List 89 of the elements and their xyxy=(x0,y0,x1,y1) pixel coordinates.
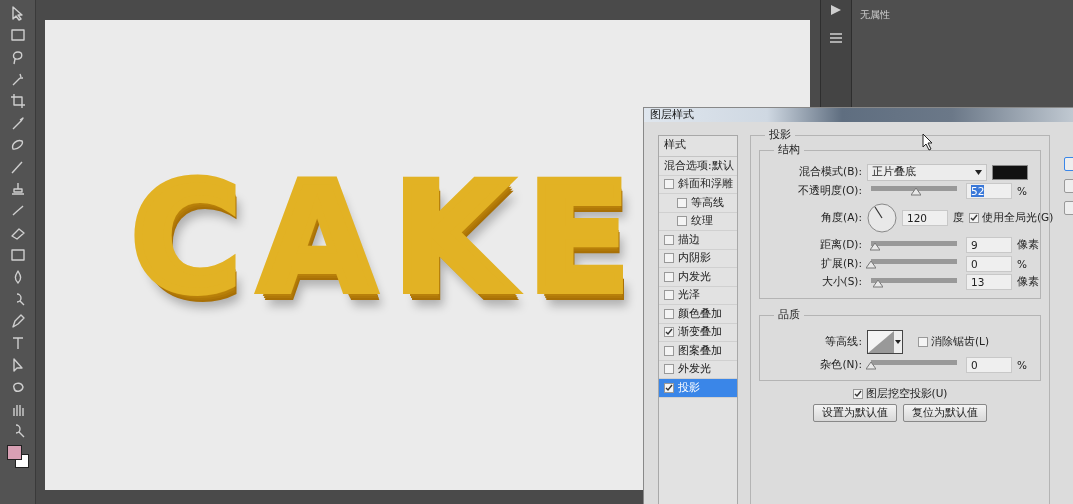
field-label: 杂色(N): xyxy=(819,357,862,372)
blend-mode-dropdown[interactable]: 正片叠底 xyxy=(867,163,987,181)
value-field[interactable]: 9 xyxy=(966,237,1012,254)
unit-label: % xyxy=(1017,257,1027,270)
checkbox[interactable] xyxy=(677,216,687,227)
marquee-icon[interactable] xyxy=(8,26,27,44)
slider-thumb[interactable] xyxy=(866,261,876,270)
style-label: 外发光 xyxy=(678,362,711,377)
opacity-field[interactable]: 52 xyxy=(966,182,1012,199)
style-label: 渐变叠加 xyxy=(678,325,722,340)
field-label: 距离(D): xyxy=(819,238,862,253)
cake-text: CAKE xyxy=(130,157,641,327)
checkbox[interactable] xyxy=(969,213,979,223)
field-label: 混合模式(B): xyxy=(798,165,862,180)
field-label: 不透明度(O): xyxy=(797,183,862,198)
slider-thumb[interactable] xyxy=(910,188,921,197)
style-item[interactable]: 内发光 xyxy=(659,268,737,287)
style-label: 颜色叠加 xyxy=(678,306,722,321)
style-label: 等高线 xyxy=(691,195,724,210)
style-label: 内阴影 xyxy=(678,251,711,266)
cursor-icon xyxy=(922,133,934,151)
checkbox[interactable] xyxy=(664,345,674,356)
style-item[interactable]: 斜面和浮雕 xyxy=(659,175,737,194)
checkbox[interactable] xyxy=(664,327,674,338)
group-title: 品质 xyxy=(774,307,804,322)
style-item[interactable]: 内阴影 xyxy=(659,249,737,268)
list-header: 样式 xyxy=(659,136,737,157)
default-button[interactable]: 复位为默认值 xyxy=(903,403,987,422)
value-field[interactable]: 0 xyxy=(966,356,1012,373)
style-item[interactable]: 渐变叠加 xyxy=(659,323,737,342)
field-label: 等高线: xyxy=(824,334,862,349)
checkbox[interactable] xyxy=(677,197,687,208)
gradient-icon[interactable] xyxy=(8,246,27,264)
style-item[interactable]: 颜色叠加 xyxy=(659,305,737,324)
checkbox[interactable] xyxy=(664,234,674,245)
style-item[interactable]: 光泽 xyxy=(659,286,737,305)
style-label: 描边 xyxy=(678,232,700,247)
angle-field[interactable]: 120 xyxy=(902,210,948,226)
style-item[interactable]: 纹理 xyxy=(659,212,737,231)
color-swatches-icon[interactable] xyxy=(5,444,30,470)
play-icon[interactable] xyxy=(830,4,842,16)
checkbox[interactable] xyxy=(664,382,674,393)
unit-label: % xyxy=(1017,184,1027,197)
unit-label: 像素 xyxy=(1017,275,1039,290)
slider-thumb[interactable] xyxy=(872,279,883,288)
default-button[interactable]: 设置为默认值 xyxy=(813,403,897,422)
shadow-color-swatch[interactable] xyxy=(992,164,1028,180)
value-field[interactable]: 13 xyxy=(966,274,1012,291)
style-item[interactable]: 等高线 xyxy=(659,194,737,213)
group-title: 投影 xyxy=(765,128,795,142)
style-item[interactable]: 描边 xyxy=(659,231,737,250)
checkbox[interactable] xyxy=(664,364,674,375)
checkbox[interactable] xyxy=(664,179,674,190)
style-item[interactable]: 投影 xyxy=(659,379,737,398)
field-label: 角度(A): xyxy=(820,211,862,225)
unit-label: % xyxy=(1017,358,1027,371)
group-title: 结构 xyxy=(774,143,804,157)
style-label: 纹理 xyxy=(691,214,713,229)
field-label: 扩展(R): xyxy=(819,256,862,271)
contour-picker[interactable] xyxy=(867,329,903,354)
checkbox-label: 消除锯齿(L) xyxy=(931,334,990,349)
checkbox[interactable] xyxy=(664,253,674,264)
contour-curve-icon xyxy=(868,330,894,353)
style-label: 图案叠加 xyxy=(678,343,722,358)
blend-options-item[interactable]: 混合选项:默认 xyxy=(659,157,737,176)
dialog-title: 图层样式 xyxy=(650,108,694,122)
unit-label: 像素 xyxy=(1017,238,1039,253)
checkbox[interactable] xyxy=(918,336,928,347)
checkbox[interactable] xyxy=(852,389,863,400)
caret-icon xyxy=(895,339,901,344)
slider-thumb[interactable] xyxy=(866,362,876,371)
style-label: 投影 xyxy=(678,380,700,395)
caret-icon xyxy=(975,169,982,175)
checkbox[interactable] xyxy=(664,271,674,282)
panel-title: 无属性 xyxy=(860,8,891,22)
unit-label: 度 xyxy=(953,211,964,225)
checkbox-label: 使用全局光(G) xyxy=(982,211,1054,225)
checkbox[interactable] xyxy=(664,290,674,301)
field-label: 大小(S): xyxy=(820,275,862,290)
style-item[interactable]: 图案叠加 xyxy=(659,342,737,361)
checkbox-label: 图层挖空投影(U) xyxy=(865,387,948,402)
angle-dial[interactable] xyxy=(867,203,897,233)
style-label: 内发光 xyxy=(678,269,711,284)
value-field[interactable]: 0 xyxy=(966,255,1012,272)
style-label: 光泽 xyxy=(678,288,700,303)
slider-thumb[interactable] xyxy=(870,242,881,251)
style-label: 斜面和浮雕 xyxy=(678,177,733,192)
crop-icon[interactable] xyxy=(8,92,27,110)
checkbox[interactable] xyxy=(664,308,674,319)
